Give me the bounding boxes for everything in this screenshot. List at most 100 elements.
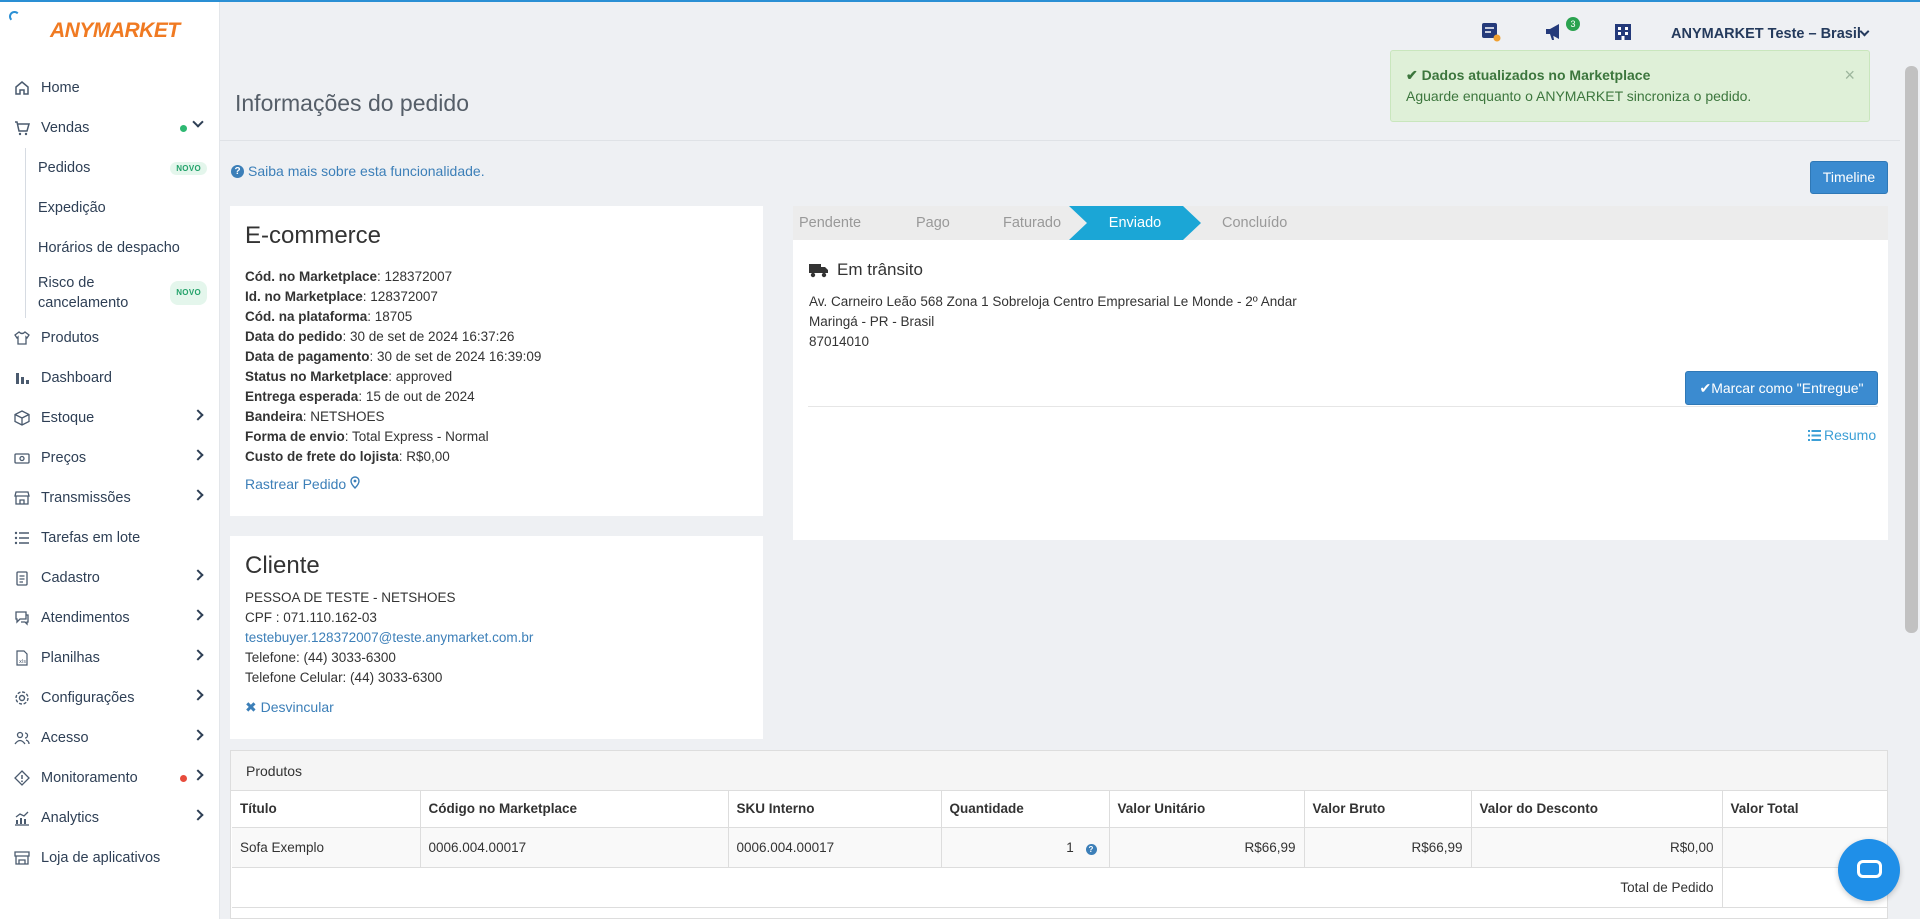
info-label: Data de pagamento xyxy=(245,349,370,364)
address-line: 87014010 xyxy=(809,334,870,349)
track-order-link[interactable]: Rastrear Pedido xyxy=(245,476,748,492)
close-icon[interactable]: × xyxy=(1844,65,1855,86)
sidebar-submenu-vendas: Pedidos NOVO Expedição Horários de despa… xyxy=(0,148,220,318)
in-transit-title: Em trânsito xyxy=(837,260,923,279)
toast-title: ✔ Dados atualizados no Marketplace xyxy=(1406,67,1854,84)
table-header-row: Título Código no Marketplace SKU Interno… xyxy=(232,791,1888,828)
sidebar-item-tarefas-lote[interactable]: Tarefas em lote xyxy=(0,518,220,558)
close-icon: ✖ xyxy=(245,699,257,715)
track-order-text: Rastrear Pedido xyxy=(245,476,347,492)
customer-name: PESSOA DE TESTE - NETSHOES xyxy=(245,590,456,605)
sidebar-item-horarios-despacho[interactable]: Horários de despacho xyxy=(0,228,220,268)
info-value: : 128372007 xyxy=(362,289,438,304)
help-link-text: Saiba mais sobre esta funcionalidade. xyxy=(248,163,485,179)
customer-info: PESSOA DE TESTE - NETSHOES CPF : 071.110… xyxy=(245,588,748,688)
column-header[interactable]: Título xyxy=(232,791,421,828)
summary-text: Resumo xyxy=(1824,427,1877,443)
sidebar-item-precos[interactable]: Preços xyxy=(0,438,220,478)
column-header[interactable]: SKU Interno xyxy=(728,791,942,828)
info-label: Cód. no Marketplace xyxy=(245,269,378,284)
customer-email-link[interactable]: testebuyer.128372007@teste.anymarket.com… xyxy=(245,628,748,648)
sidebar-item-produtos[interactable]: Produtos xyxy=(0,318,220,358)
home-icon xyxy=(13,79,31,97)
mark-delivered-button[interactable]: ✔Marcar como "Entregue" xyxy=(1685,371,1878,405)
sidebar-item-loja-aplicativos[interactable]: Loja de aplicativos xyxy=(0,838,220,878)
delivery-address: Av. Carneiro Leão 568 Zona 1 Sobreloja C… xyxy=(809,292,1297,352)
sidebar-item-label: Transmissões xyxy=(41,490,131,506)
info-label: Entrega esperada xyxy=(245,389,359,404)
unlink-customer-link[interactable]: ✖ Desvincular xyxy=(245,699,748,716)
total-row: Total de Pedido R$6 xyxy=(232,867,1888,908)
ecommerce-title: E-commerce xyxy=(245,222,382,249)
sidebar-item-label: Atendimentos xyxy=(41,610,130,626)
info-label: Data do pedido xyxy=(245,329,343,344)
status-dot xyxy=(180,775,187,782)
summary-link[interactable]: Resumo xyxy=(1808,427,1876,443)
info-row: Id. no Marketplace: 128372007 xyxy=(245,287,748,307)
column-header[interactable]: Código no Marketplace xyxy=(420,791,729,828)
chevron-down-icon[interactable] xyxy=(1859,26,1870,37)
megaphone-icon[interactable] xyxy=(1544,22,1566,45)
question-icon[interactable]: ? xyxy=(1085,843,1097,855)
user-menu[interactable]: ANYMARKET Teste – Brasil xyxy=(1671,26,1861,42)
info-value: : 128372007 xyxy=(377,269,453,284)
sidebar-item-risco-cancelamento[interactable]: Risco de cancelamento NOVO xyxy=(0,268,220,318)
help-link[interactable]: ? Saiba mais sobre esta funcionalidade. xyxy=(231,163,485,179)
sidebar-item-cadastro[interactable]: Cadastro xyxy=(0,558,220,598)
sidebar-item-expedicao[interactable]: Expedição xyxy=(0,188,220,228)
timeline-button[interactable]: Timeline xyxy=(1810,161,1888,194)
address-line: Maringá - PR - Brasil xyxy=(809,314,935,329)
chevron-right-icon xyxy=(192,769,204,781)
info-value: : Total Express - Normal xyxy=(344,429,489,444)
chat-button[interactable] xyxy=(1838,839,1900,901)
sidebar-item-acesso[interactable]: Acesso xyxy=(0,718,220,758)
sidebar-item-configuracoes[interactable]: Configurações xyxy=(0,678,220,718)
sidebar-item-monitoramento[interactable]: Monitoramento xyxy=(0,758,220,798)
cell-quantity: 1 ? xyxy=(941,827,1110,868)
sidebar-item-label: Produtos xyxy=(41,330,100,346)
store-icon xyxy=(13,489,31,507)
sidebar-item-home[interactable]: Home xyxy=(0,68,220,108)
table-row: Sofa Exemplo 0006.004.00017 0006.004.000… xyxy=(232,827,1888,868)
sidebar-item-label: Vendas xyxy=(41,120,90,136)
sidebar-item-dashboard[interactable]: Dashboard xyxy=(0,358,220,398)
sidebar-item-transmissoes[interactable]: Transmissões xyxy=(0,478,220,518)
brand-logo[interactable]: ANYMARKET xyxy=(50,19,180,43)
shop-icon xyxy=(13,849,31,867)
building-icon[interactable] xyxy=(1613,22,1633,45)
cell-discount: R$0,00 xyxy=(1471,827,1723,868)
cell-unit-price: R$66,99 xyxy=(1109,827,1305,868)
info-label: Cód. na plataforma xyxy=(245,309,368,324)
loading-bar xyxy=(0,0,1920,2)
page-title: Informações do pedido xyxy=(235,90,469,116)
column-header[interactable]: Valor Total xyxy=(1722,791,1888,828)
cell-gross: R$66,99 xyxy=(1304,827,1472,868)
column-header[interactable]: Valor Bruto xyxy=(1304,791,1472,828)
sidebar-item-analytics[interactable]: Analytics xyxy=(0,798,220,838)
column-header[interactable]: Valor do Desconto xyxy=(1471,791,1723,828)
step-pago: Pago xyxy=(916,215,950,231)
billing-icon[interactable] xyxy=(1481,22,1501,45)
sidebar-item-label: Preços xyxy=(41,450,87,466)
info-value: : 30 de set de 2024 16:39:09 xyxy=(369,349,542,364)
chevron-right-icon xyxy=(192,809,204,821)
sidebar-item-pedidos[interactable]: Pedidos NOVO xyxy=(0,148,220,188)
info-label: Id. no Marketplace xyxy=(245,289,363,304)
customer-title: Cliente xyxy=(245,552,320,579)
sidebar-item-planilhas[interactable]: xls Planilhas xyxy=(0,638,220,678)
vertical-scrollbar[interactable] xyxy=(1905,66,1918,633)
chevron-right-icon xyxy=(192,449,204,461)
cell-sku: 0006.004.00017 xyxy=(728,827,942,868)
notification-badge: 3 xyxy=(1566,17,1580,31)
column-header[interactable]: Valor Unitário xyxy=(1109,791,1305,828)
new-badge: NOVO xyxy=(170,281,207,305)
sidebar-item-estoque[interactable]: Estoque xyxy=(0,398,220,438)
users-icon xyxy=(13,729,31,747)
column-header[interactable]: Quantidade xyxy=(941,791,1110,828)
info-value: : 30 de set de 2024 16:37:26 xyxy=(342,329,515,344)
sidebar-item-label: Dashboard xyxy=(41,370,112,386)
info-row: Forma de envio: Total Express - Normal xyxy=(245,427,748,447)
chevron-right-icon xyxy=(192,729,204,741)
sidebar-item-vendas[interactable]: Vendas xyxy=(0,108,220,148)
sidebar-item-atendimentos[interactable]: Atendimentos xyxy=(0,598,220,638)
